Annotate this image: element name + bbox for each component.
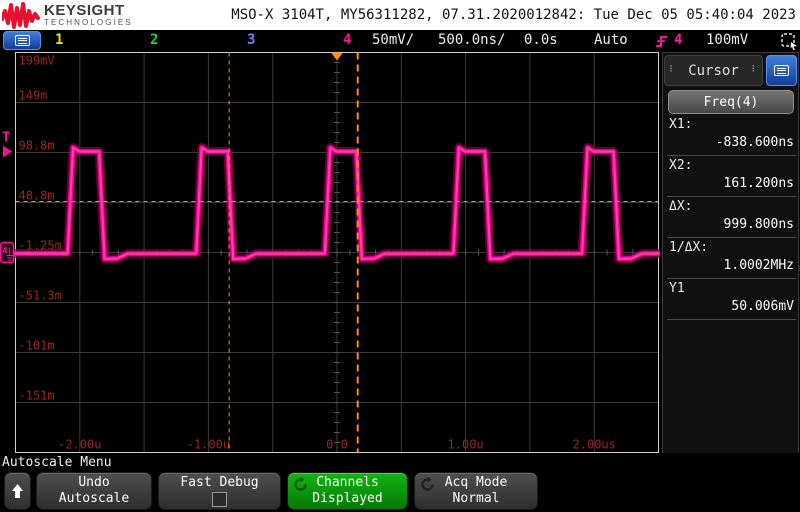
keysight-waveform-icon (2, 2, 40, 29)
drag-handle-icon[interactable]: ⠇ (751, 66, 758, 75)
cursor-readouts: X1: -838.600ns X2: 161.200ns ΔX: 999.800ns 1/Δ… (667, 115, 796, 320)
y-tick-label: 48.8m (19, 189, 55, 203)
cursor-field-label: Y1 (669, 281, 685, 296)
channels-displayed-button[interactable]: Channels Displayed (287, 472, 408, 510)
softkey-menu-label: Autoscale Menu (2, 455, 112, 470)
undo-autoscale-button[interactable]: Undo Autoscale (36, 472, 152, 510)
y-tick-label: -101m (19, 339, 55, 353)
cursor-field-row: X1: -838.600ns (667, 115, 796, 156)
settings-bar: 1 2 3 4 50mV/ 500.0ns/ 0.0s Auto 4 100mV (0, 30, 800, 52)
main-menu-button[interactable] (3, 31, 41, 50)
edge-trigger-icon (656, 36, 667, 47)
cursor-field-label: 1/ΔX: (669, 240, 709, 255)
plot-area[interactable]: 199mV 149m 98.8m 48.8m -1.25m -51.3m -101m -151… (0, 52, 663, 453)
x-tick-label: -1.00u (187, 438, 230, 452)
up-arrow-icon (12, 484, 23, 498)
y-tick-label: 98.8m (19, 139, 55, 153)
channel-4-ground-marker[interactable]: 4 (0, 241, 15, 264)
x-tick-label: 0.0 (326, 438, 348, 452)
hamburger-icon (774, 65, 789, 76)
fast-debug-checkbox[interactable] (212, 492, 227, 507)
cursor-field-value: 1.0002MHz (723, 258, 794, 273)
cursor-field-row: ΔX: 999.800ns (667, 197, 796, 238)
cursor-field-row: 1/ΔX: 1.0002MHz (667, 238, 796, 279)
delay-readout[interactable]: 0.0s (524, 32, 558, 48)
y-tick-label: 199mV (19, 54, 55, 68)
y-tick-label: 149m (19, 89, 48, 103)
cursor-menu-button[interactable] (766, 55, 797, 86)
oscilloscope-graticule[interactable]: 199mV149m98.8m48.8m-1.25m-51.3m-101m-151… (0, 52, 663, 453)
x-tick-label: 2.00us (573, 438, 616, 452)
menu-back-button[interactable] (4, 472, 31, 510)
cursor-field-label: X2: (669, 158, 693, 173)
volts-per-div[interactable]: 50mV/ (372, 32, 414, 48)
title-bar: KEYSIGHT TECHNOLOGIES MSO-X 3104T, MY563… (0, 0, 800, 30)
cursor-field-value: 161.200ns (723, 176, 794, 191)
cursor-panel: ⠇ Cursor ⠇ Freq(4) X1: -838.600ns X2: 161.2… (662, 52, 799, 455)
cursor-field-row: Y1 50.006mV (667, 279, 796, 320)
trigger-level[interactable]: 100mV (706, 32, 748, 48)
time-per-div[interactable]: 500.0ns/ (438, 32, 505, 48)
x-tick-label: 1.00u (448, 438, 484, 452)
hamburger-icon (14, 35, 30, 46)
drag-handle-icon[interactable]: ⠇ (669, 66, 676, 75)
cursor-field-value: 50.006mV (731, 299, 794, 314)
trigger-level-marker[interactable]: T (2, 131, 12, 158)
x-tick-label: -2.00u (58, 438, 101, 452)
brand-name: KEYSIGHT (44, 1, 125, 19)
instrument-title: MSO-X 3104T, MY56311282, 07.31.202001284… (231, 7, 796, 23)
cursor-source-button[interactable]: Freq(4) (668, 90, 794, 114)
cursor-field-row: X2: 161.200ns (667, 156, 796, 197)
cursor-panel-header[interactable]: ⠇ Cursor ⠇ (664, 55, 763, 86)
acq-mode-button[interactable]: Acq Mode Normal (414, 472, 538, 510)
cursor-field-label: X1: (669, 117, 693, 132)
cycle-icon (294, 477, 307, 491)
softkey-bar: Autoscale Menu Undo Autoscale Fast Debug… (0, 453, 800, 512)
svg-text:T: T (2, 131, 10, 146)
trigger-time-marker[interactable] (331, 52, 343, 61)
keysight-logo: KEYSIGHT TECHNOLOGIES (2, 1, 133, 29)
cursor-field-value: 999.800ns (723, 217, 794, 232)
channel-4-button[interactable]: 4 (343, 32, 351, 48)
y-tick-label: -151m (19, 389, 55, 403)
fast-debug-button[interactable]: Fast Debug (158, 472, 281, 510)
cycle-icon (421, 477, 434, 491)
cursor-field-value: -838.600ns (715, 135, 794, 150)
region-select-icon[interactable] (781, 33, 798, 50)
brand-subtitle: TECHNOLOGIES (44, 17, 133, 27)
channel-3-button[interactable]: 3 (247, 32, 255, 48)
channel-2-button[interactable]: 2 (150, 32, 158, 48)
trigger-mode[interactable]: Auto (594, 32, 628, 48)
y-tick-label: -51.3m (19, 289, 62, 303)
panel-title: Cursor (688, 62, 739, 79)
trigger-source[interactable]: 4 (674, 32, 682, 48)
channel-1-button[interactable]: 1 (55, 32, 63, 48)
cursor-field-label: ΔX: (669, 199, 693, 214)
